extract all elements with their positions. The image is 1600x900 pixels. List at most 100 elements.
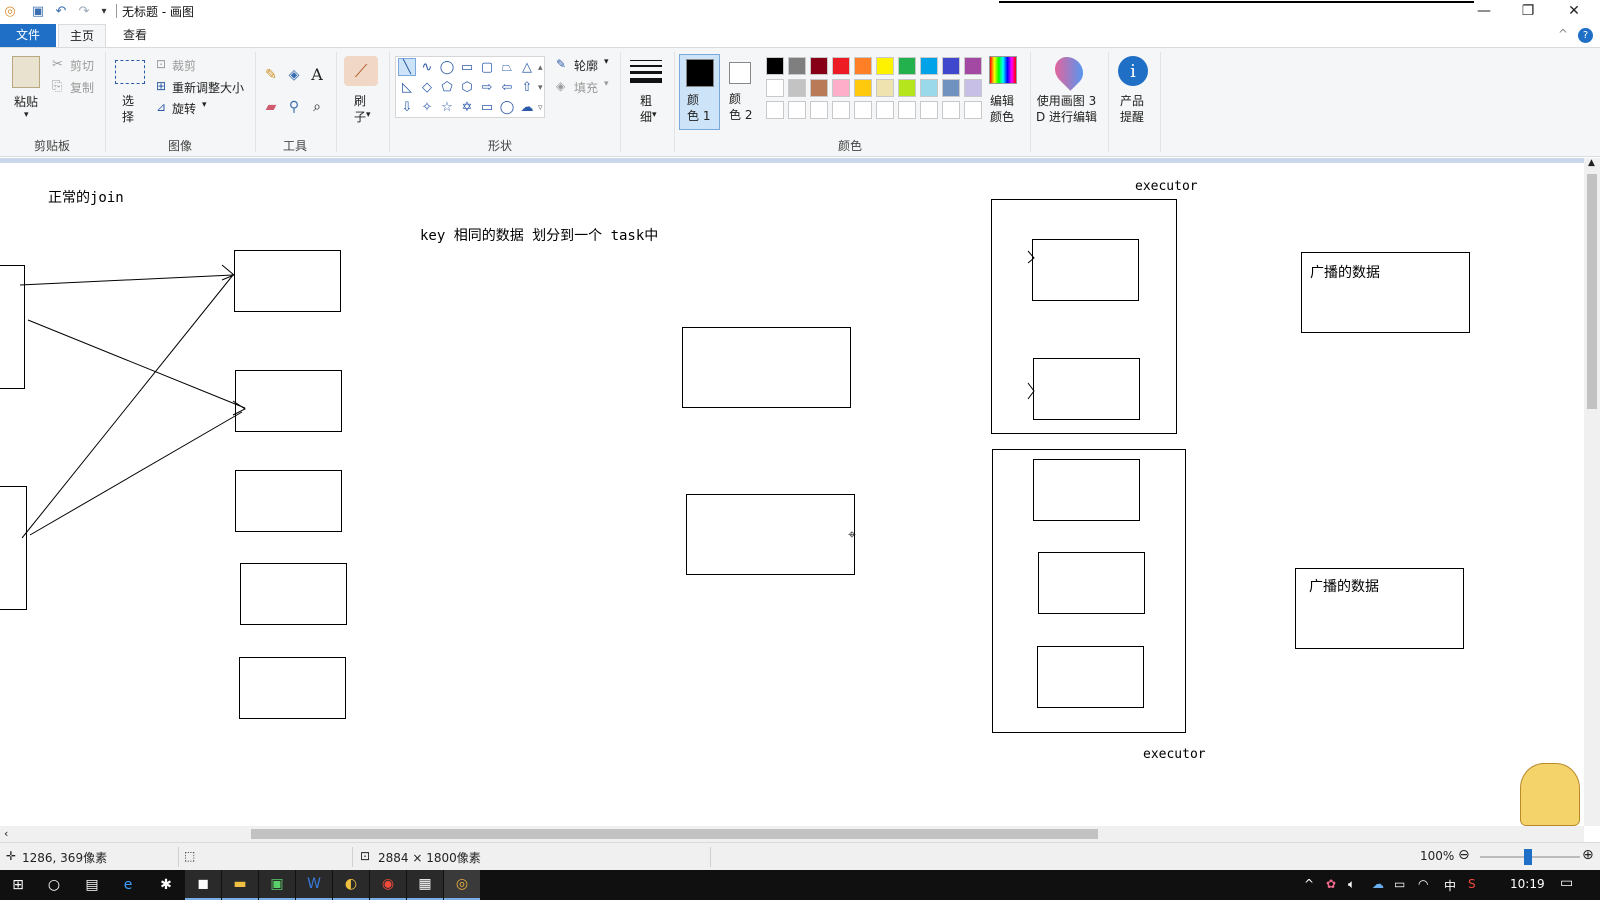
paint3d-icon[interactable] — [1049, 51, 1089, 91]
restore-button[interactable]: ❐ — [1506, 0, 1550, 22]
color-swatch[interactable] — [788, 57, 806, 75]
tab-view[interactable]: 查看 — [110, 24, 160, 47]
chrome-icon[interactable]: ◉ — [370, 870, 406, 900]
ime-indicator[interactable]: 中 — [1444, 877, 1456, 894]
five-point-star-shape-icon[interactable]: ☆ — [438, 98, 456, 116]
clock[interactable]: 10:19 — [1510, 877, 1545, 891]
hexagon-shape-icon[interactable]: ⬡ — [458, 78, 476, 96]
tool-icon[interactable]: ◐ — [333, 870, 369, 900]
left-arrow-shape-icon[interactable]: ⇦ — [498, 78, 516, 96]
curve-shape-icon[interactable]: ∿ — [418, 58, 436, 76]
customize-qat-icon[interactable]: ▾ — [96, 3, 112, 19]
drawing-canvas[interactable]: 正常的join key 相同的数据 划分到一个 task中 ⌖ executor… — [0, 163, 1584, 826]
color-swatch[interactable] — [964, 101, 982, 119]
line-shape-icon[interactable]: ╲ — [398, 58, 416, 76]
color-swatch[interactable] — [832, 79, 850, 97]
store-icon[interactable]: ▤ — [74, 870, 110, 900]
redo-icon[interactable]: ↷ — [76, 3, 92, 19]
paint3d-label[interactable]: 使用画图 3 D 进行编辑 — [1036, 93, 1097, 125]
paste-label[interactable]: 粘贴 — [14, 93, 38, 110]
color-swatch[interactable] — [788, 79, 806, 97]
calculator-icon[interactable]: ▦ — [407, 870, 443, 900]
brushes-icon[interactable]: ⟋ — [344, 56, 378, 86]
word-icon[interactable]: W — [296, 870, 332, 900]
outline-label[interactable]: 轮廓 — [574, 57, 598, 74]
search-icon[interactable]: ○ — [36, 870, 72, 900]
sogou-icon[interactable]: S — [1468, 877, 1476, 891]
rotate-dropdown-icon[interactable]: ▾ — [202, 100, 207, 110]
zoom-slider-thumb[interactable] — [1524, 849, 1532, 865]
vertical-scroll-thumb[interactable] — [1587, 174, 1597, 409]
rotate-label[interactable]: 旋转 — [172, 100, 196, 117]
color-swatch[interactable] — [920, 57, 938, 75]
notification-icon[interactable]: ▭ — [1560, 875, 1573, 891]
color-swatch[interactable] — [898, 101, 916, 119]
rectangle-shape-icon[interactable]: ▭ — [458, 58, 476, 76]
help-icon[interactable]: ? — [1578, 28, 1593, 43]
select-icon[interactable] — [115, 60, 145, 84]
color1-button[interactable]: 颜 色 1 — [679, 54, 720, 130]
network-cloud-icon[interactable]: ☁ — [1372, 877, 1384, 891]
color-swatch[interactable] — [876, 79, 894, 97]
explorer-icon[interactable]: ▬ — [222, 870, 258, 900]
paste-dropdown-icon[interactable]: ▾ — [24, 110, 29, 120]
battery-icon[interactable]: ▭ — [1394, 877, 1405, 891]
color-swatch[interactable] — [942, 57, 960, 75]
pin-icon[interactable]: ✱ — [148, 870, 184, 900]
color-swatch[interactable] — [810, 79, 828, 97]
color-swatch[interactable] — [898, 79, 916, 97]
color-swatch[interactable] — [876, 57, 894, 75]
pentagon-shape-icon[interactable]: ⬠ — [438, 78, 456, 96]
color-swatch[interactable] — [898, 57, 916, 75]
color-picker-icon[interactable]: ⚲ — [285, 98, 303, 116]
color-swatch[interactable] — [964, 79, 982, 97]
cloud-callout-shape-icon[interactable]: ☁ — [518, 98, 536, 116]
rotate-icon[interactable]: ⊿ — [156, 100, 166, 114]
rounded-rectangle-shape-icon[interactable]: ▢ — [478, 58, 496, 76]
magnifier-icon[interactable]: ⌕ — [308, 98, 326, 116]
tray-expand-icon[interactable]: ^ — [1304, 877, 1314, 891]
pycharm-icon[interactable]: ▣ — [259, 870, 295, 900]
color-swatch[interactable] — [942, 79, 960, 97]
select-label[interactable]: 选 择 — [122, 93, 134, 125]
outline-icon[interactable]: ✎ — [556, 57, 566, 71]
product-alert-label[interactable]: 产品 提醒 — [1120, 93, 1144, 125]
vertical-scrollbar[interactable]: ▲ — [1584, 158, 1600, 826]
brushes-label[interactable]: 刷 子 — [354, 93, 366, 125]
collapse-ribbon-icon[interactable]: ^ — [1558, 27, 1568, 41]
oval-callout-shape-icon[interactable]: ◯ — [498, 98, 516, 116]
paste-icon[interactable] — [12, 56, 40, 88]
color-swatch[interactable] — [920, 79, 938, 97]
color-swatch[interactable] — [876, 101, 894, 119]
scroll-left-icon[interactable]: ‹ — [4, 827, 8, 840]
tray-app-icon[interactable]: ✿ — [1326, 877, 1336, 891]
intellij-icon[interactable]: ◼ — [185, 870, 221, 900]
right-triangle-shape-icon[interactable]: ◺ — [398, 78, 416, 96]
wifi-icon[interactable]: ◠ — [1418, 877, 1428, 891]
color-swatch[interactable] — [788, 101, 806, 119]
right-arrow-shape-icon[interactable]: ⇨ — [478, 78, 496, 96]
color-swatch[interactable] — [766, 57, 784, 75]
scroll-up-icon[interactable]: ▲ — [1588, 158, 1595, 168]
outline-dropdown-icon[interactable]: ▾ — [604, 57, 609, 67]
zoom-out-icon[interactable]: ⊖ — [1458, 847, 1470, 863]
color-swatch[interactable] — [766, 79, 784, 97]
color-swatch[interactable] — [964, 57, 982, 75]
volume-icon[interactable]: 🔈︎ — [1348, 877, 1355, 892]
info-icon[interactable]: i — [1118, 56, 1148, 86]
tab-file[interactable]: 文件 — [0, 24, 56, 47]
color-swatch[interactable] — [854, 79, 872, 97]
edit-colors-label[interactable]: 编辑 颜色 — [990, 93, 1014, 125]
color-swatch[interactable] — [832, 101, 850, 119]
color-swatch[interactable] — [810, 101, 828, 119]
zoom-in-icon[interactable]: ⊕ — [1582, 847, 1594, 863]
fill-bucket-icon[interactable]: ◈ — [285, 66, 303, 84]
six-point-star-shape-icon[interactable]: ✡ — [458, 98, 476, 116]
polygon-shape-icon[interactable]: ⏢ — [498, 58, 516, 76]
horizontal-scroll-thumb[interactable] — [251, 829, 1098, 839]
tab-home[interactable]: 主页 — [58, 24, 106, 47]
paint-app-icon[interactable]: ◎ — [2, 3, 18, 19]
up-arrow-shape-icon[interactable]: ⇧ — [518, 78, 536, 96]
rect-callout-shape-icon[interactable]: ▭ — [478, 98, 496, 116]
eraser-icon[interactable]: ▰ — [262, 98, 280, 116]
